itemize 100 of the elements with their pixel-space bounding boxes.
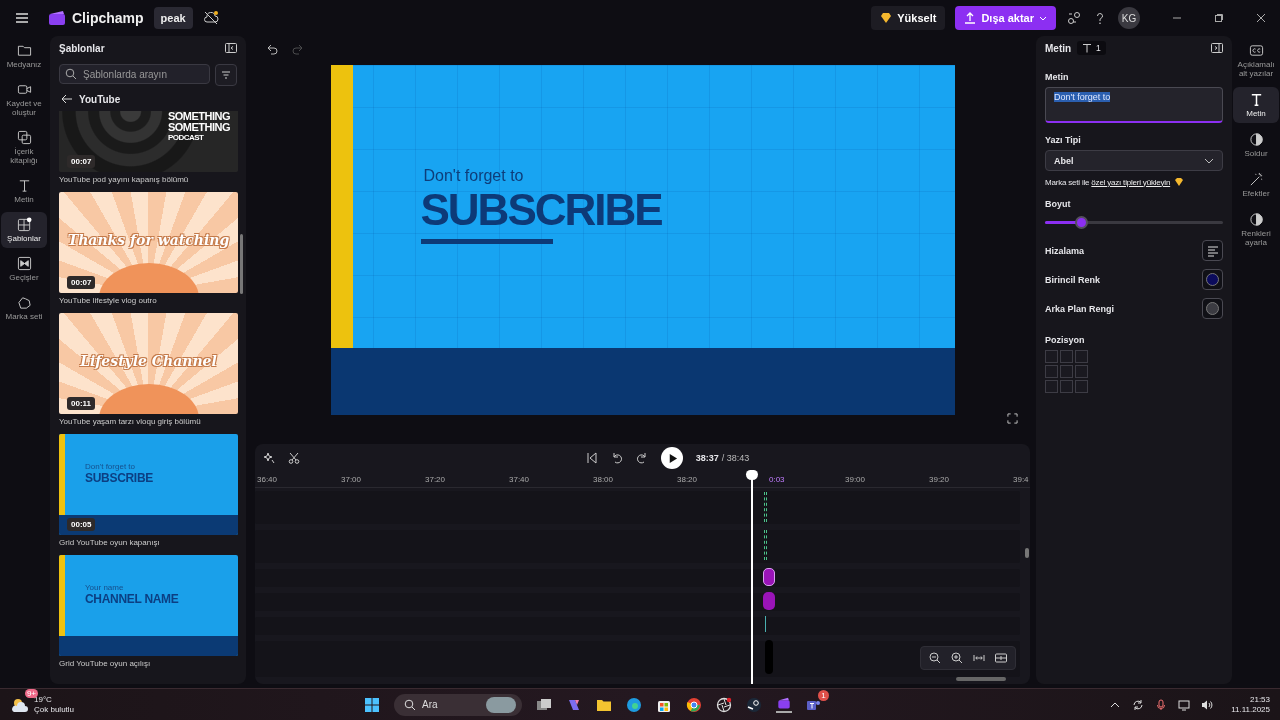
search-field[interactable]: Şablonlarda arayın [59,64,210,84]
restore-icon[interactable] [1214,13,1224,23]
microphone-icon[interactable] [1155,698,1168,711]
ruler-time: 39:4 [1013,475,1030,484]
tool-tab[interactable]: Renkleri ayarla [1233,207,1279,252]
sidebar-item[interactable]: İçerik kitaplığı [1,125,47,170]
menu-icon[interactable] [14,10,30,26]
template-thumbnail[interactable]: Lifestyle Channel 00:11 [59,313,238,414]
collapse-panel-icon[interactable] [1211,42,1223,54]
template-thumbnail[interactable]: Thanks for watching 00:07 [59,192,238,293]
tool-tab[interactable]: Açıklamalı alt yazılar [1233,38,1279,83]
audio-clip-marks[interactable] [764,530,767,560]
zoom-in-icon[interactable] [951,652,963,664]
ruler-time: 38:20 [677,475,699,484]
property-label: Birincil Renk [1045,274,1100,285]
bag-icon [16,295,32,310]
vertical-scrollbar[interactable] [1025,548,1029,558]
volume-icon[interactable] [1201,698,1214,711]
field-label: Yazı Tipi [1045,135,1082,145]
ruler-time: 39:20 [929,475,951,484]
align-button[interactable] [1202,240,1223,261]
browser-icon[interactable] [626,696,643,713]
export-button[interactable]: Dışa aktar [955,6,1056,30]
project-name-button[interactable]: peak [153,7,193,29]
ruler-time: 39:00 [845,475,867,484]
template-thumbnail[interactable]: Your name CHANNEL NAME [59,555,238,656]
clipchamp-icon[interactable] [776,696,793,713]
forward-icon[interactable] [635,452,648,464]
weather-condition: Çok bulutlu [34,704,75,715]
thumbnail-subtitle: Don't forget to [85,462,136,471]
chrome-icon[interactable] [686,696,703,713]
start-icon[interactable] [364,696,381,713]
timeline-track[interactable] [255,530,1020,563]
size-slider[interactable] [1045,216,1223,229]
template-thumbnail[interactable]: SOMETHING SOMETHING PODCAST 00:07 [59,111,238,172]
undo-icon[interactable] [266,43,278,55]
color-swatch-button[interactable] [1202,298,1223,319]
audio-clip-marks[interactable] [764,492,767,522]
upload-fonts-link[interactable]: özel yazı tipleri yükleyin [1091,177,1171,187]
display-icon[interactable] [1178,698,1191,711]
share-icon[interactable] [1066,10,1082,26]
color-swatch-button[interactable] [1202,269,1223,290]
timeline-track[interactable] [255,617,1020,635]
timeline-track[interactable] [255,641,1020,677]
timeline-track[interactable] [255,593,1020,611]
magic-icon[interactable] [263,452,275,464]
text-icon [1082,43,1093,53]
zoom-out-icon[interactable] [929,652,941,664]
filter-button[interactable] [215,64,237,86]
notification-badge: 9+ [24,688,38,698]
horizontal-scrollbar[interactable] [956,677,1006,681]
scissors-icon[interactable] [288,452,300,464]
sync-icon[interactable] [1132,698,1145,711]
clock-date[interactable]: 11.11.2025 [1231,704,1270,715]
half-circle-icon [1248,212,1264,227]
scrollbar-thumb[interactable] [240,234,243,294]
taskbar-search-field[interactable]: Ara [394,693,523,716]
font-dropdown[interactable]: Abel [1045,150,1223,171]
wand-icon [1248,172,1264,187]
timeline-track[interactable] [255,491,1020,524]
fit-icon[interactable] [973,652,985,664]
video-clip[interactable] [765,640,773,674]
thumbnail-title: CHANNEL NAME [85,592,179,606]
captions-icon [1248,43,1264,58]
aperture-icon[interactable] [716,696,733,713]
sidebar-item[interactable]: Marka seti [1,290,47,326]
weather-icon[interactable] [10,696,30,713]
cloud-sync-off-icon[interactable] [202,10,219,26]
app-logo-icon [48,10,66,26]
template-thumbnail[interactable]: Don't forget to SUBSCRIBE 00:05 [59,434,238,535]
clip-line[interactable] [765,616,766,632]
sidebar-item[interactable]: Kaydet ve oluştur [1,77,47,122]
sidebar-item[interactable]: Metin [1,173,47,209]
text-clip[interactable] [763,592,775,610]
sidebar-item[interactable]: Şablonlar [1,212,47,248]
template-title: YouTube pod yayını kapanış bölümü [59,175,190,184]
tool-tab[interactable]: Soldur [1233,127,1279,163]
skip-back-icon[interactable] [585,452,598,464]
ruler-time: 36:40 [257,475,279,484]
user-avatar[interactable]: KG [1118,7,1140,29]
play-button[interactable] [660,447,683,469]
collapse-panel-icon[interactable] [225,42,237,54]
rewind-icon[interactable] [610,452,623,464]
text-clip[interactable] [763,568,775,586]
timeline-track[interactable] [255,569,1020,587]
video-preview[interactable]: Don't forget to SUBSCRIBE [330,65,955,415]
sidebar-item[interactable]: Medyanız [1,38,47,74]
sidebar-item[interactable]: Geçişler [1,251,47,287]
close-icon[interactable] [1256,13,1266,23]
tool-tab[interactable]: Efektler [1233,167,1279,203]
upgrade-button[interactable]: Yükselt [871,6,946,30]
task-view-icon[interactable] [536,696,553,713]
expand-timeline-icon[interactable] [995,652,1007,664]
text-field[interactable]: Don't forget to [1045,87,1223,123]
clock-time[interactable]: 21:53 [1250,694,1270,705]
fullscreen-icon[interactable] [1007,413,1018,424]
template-title: YouTube lifestyle vlog outro [59,296,158,305]
back-link[interactable]: YouTube [61,89,237,109]
search-highlight-picture [486,696,517,713]
steam-icon[interactable] [746,696,763,713]
